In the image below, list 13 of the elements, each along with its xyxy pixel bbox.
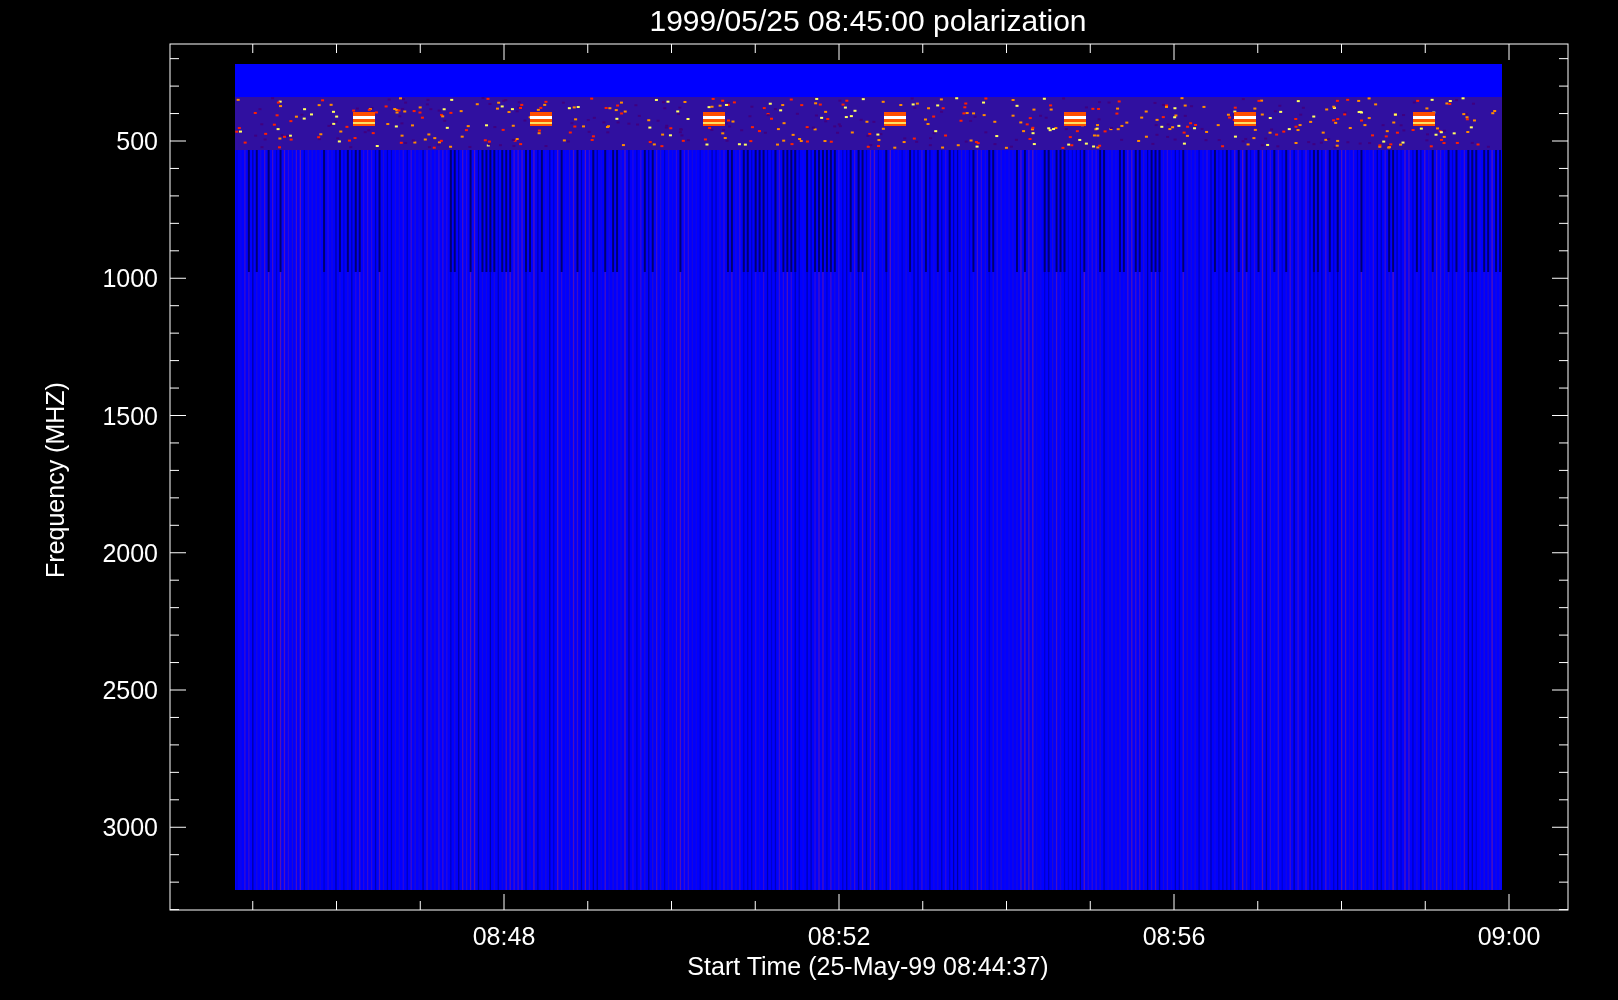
- y-tick-label: 2500: [102, 676, 158, 704]
- y-tick-label: 1000: [102, 264, 158, 293]
- y-tick-label: 2000: [102, 538, 158, 567]
- plot-title: 1999/05/25 08:45:00 polarization: [649, 4, 1087, 37]
- x-tick-label: 09:00: [1477, 922, 1541, 950]
- x-tick-label: 08:48: [472, 922, 536, 950]
- x-tick-label: 08:56: [1142, 922, 1206, 950]
- y-tick-label: 3000: [102, 813, 158, 842]
- x-tick-label: 08:52: [807, 922, 871, 950]
- y-tick-label: 500: [116, 127, 158, 155]
- x-axis-label: Start Time (25-May-99 08:44:37): [687, 952, 1049, 980]
- y-axis-label: Frequency (MHZ): [41, 382, 69, 578]
- y-tick-label: 1500: [102, 401, 158, 430]
